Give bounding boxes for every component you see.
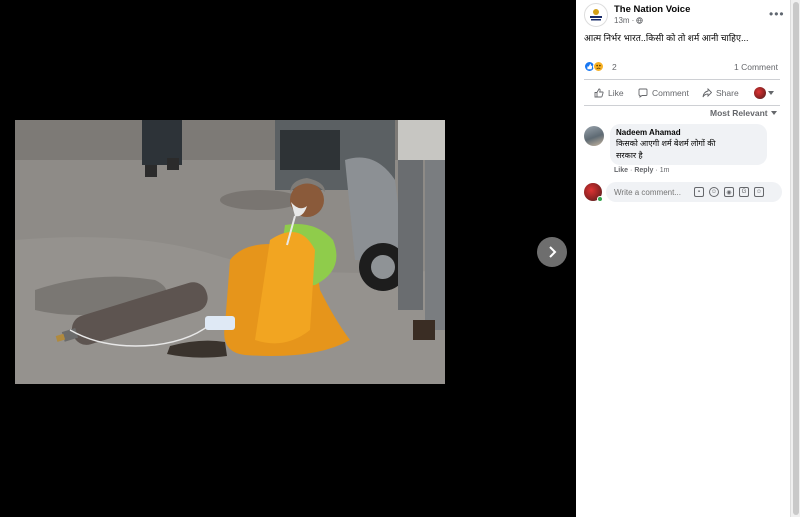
reactions-summary[interactable]: 2 [584, 61, 617, 72]
sticker-icon[interactable]: ▪ [694, 187, 704, 197]
post-caption: आत्म निर्भर भारत..किसी को तो शर्म आनी चा… [584, 33, 749, 43]
page-avatar[interactable] [584, 3, 608, 27]
page-logo-icon [590, 9, 602, 21]
post-photo[interactable] [15, 120, 445, 384]
globe-icon [636, 17, 643, 24]
camera-icon[interactable]: ◉ [724, 187, 734, 197]
divider [584, 105, 780, 106]
caret-down-icon [768, 91, 774, 95]
sad-icon [593, 61, 604, 72]
comment-button[interactable]: Comment [638, 88, 689, 98]
like-label: Like [608, 88, 624, 98]
share-button[interactable]: Share [702, 88, 739, 98]
avatar [754, 87, 766, 99]
comment-text-line1: किसको आएगी शर्म बेशर्म लोगों की [616, 139, 716, 148]
photo-viewer [0, 0, 576, 517]
reaction-count: 2 [612, 61, 617, 72]
scrollbar-thumb[interactable] [793, 2, 799, 515]
audience-selector[interactable] [754, 87, 774, 99]
post-meta: 13m · [614, 16, 643, 25]
more-options-button[interactable]: ••• [769, 7, 785, 21]
post-header: The Nation Voice 13m · ••• [584, 3, 784, 29]
sort-label: Most Relevant [710, 108, 768, 118]
scrollbar[interactable] [790, 0, 800, 517]
post-actions-bar: Like Comment Share [584, 84, 784, 102]
comment-sort-dropdown[interactable]: Most Relevant [710, 108, 777, 118]
comment-reply-link[interactable]: Reply [634, 167, 653, 174]
caret-down-icon [770, 111, 777, 115]
comment-like-link[interactable]: Like [614, 167, 628, 174]
comment-label: Comment [652, 88, 689, 98]
next-photo-button[interactable] [537, 237, 567, 267]
post-side-panel: The Nation Voice 13m · ••• आत्म निर्भर भ… [576, 0, 790, 517]
post-time[interactable]: 13m [614, 16, 630, 25]
gif-icon[interactable]: G [739, 187, 749, 197]
emoji-icon[interactable]: ☺ [709, 187, 719, 197]
comment-time[interactable]: 1m [660, 167, 670, 174]
online-status-dot [597, 196, 603, 202]
avatar-sticker-icon[interactable]: ☺ [754, 187, 764, 197]
comment-text-line2: सरकार है [616, 151, 643, 160]
comment-bubble: Nadeem Ahamad किसको आएगी शर्म बेशर्म लोग… [610, 124, 767, 165]
like-button[interactable]: Like [594, 88, 624, 98]
comment-icon [638, 88, 648, 98]
commenter-avatar[interactable] [584, 126, 604, 146]
page-name-link[interactable]: The Nation Voice [614, 4, 690, 15]
commenter-name[interactable]: Nadeem Ahamad [616, 128, 761, 137]
divider [584, 79, 780, 80]
chevron-right-icon [549, 246, 557, 258]
share-icon [702, 88, 712, 98]
comment-count-link[interactable]: 1 Comment [734, 62, 778, 72]
share-label: Share [716, 88, 739, 98]
comment-composer: ▪ ☺ ◉ G ☺ [584, 182, 784, 204]
thumbs-up-icon [594, 88, 604, 98]
comment-actions: Like · Reply · 1m [614, 167, 670, 174]
composer-icons: ▪ ☺ ◉ G ☺ [694, 187, 764, 197]
